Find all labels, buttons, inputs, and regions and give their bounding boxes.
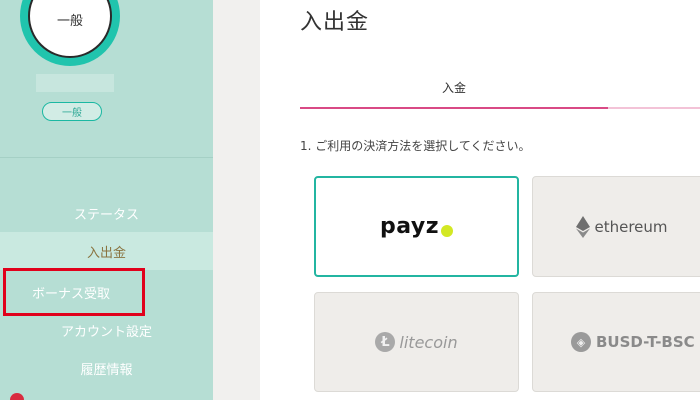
page-title: 入出金 [300,10,370,35]
sidebar-item-status[interactable]: ステータス [0,194,213,232]
tab-deposit[interactable]: 入金 [300,66,608,108]
litecoin-L-icon: Ł [375,332,396,352]
payment-instruction: 1. ご利用の決済方法を選択してください。 [300,139,531,153]
payment-card-litecoin[interactable]: Ł litecoin [314,292,519,392]
litecoin-logo: Ł litecoin [375,332,458,352]
content-gutter [213,0,260,400]
ethereum-diamond-icon [576,215,591,238]
main-panel: 入出金 入金 1. ご利用の決済方法を選択してください。 payz ethere… [260,0,700,400]
rank-badge: 一般 [42,102,102,121]
ethereum-label: ethereum [594,217,668,236]
busd-icon: ◈ [571,332,591,352]
avatar-label: 一般 [56,13,83,29]
payz-label: payz [379,214,440,239]
sidebar-item-deposit-withdraw[interactable]: 入出金 [0,232,213,270]
tab-underline-rest [608,107,700,109]
bonus-highlight-box [3,268,145,316]
tab-active-underline [300,107,608,109]
payment-card-ethereum[interactable]: ethereum [532,176,700,277]
sidebar-divider [0,157,213,158]
username-placeholder [36,74,114,92]
payz-logo: payz [379,214,454,239]
payment-card-busd[interactable]: ◈ BUSD-T-BSC [532,292,700,392]
avatar[interactable]: 一般 [28,0,112,58]
busd-label: BUSD-T-BSC [596,333,695,351]
payment-card-payz[interactable]: payz [314,176,519,277]
ethereum-logo: ethereum [576,215,668,238]
sidebar-item-history[interactable]: 履歴情報 [0,349,213,387]
avatar-ring: 一般 [20,0,120,66]
busd-logo: ◈ BUSD-T-BSC [571,332,695,352]
sidebar: 一般 一般 ステータス 入出金 ボーナス受取 アカウント設定 履歴情報 [0,0,213,400]
sidebar-item-account-settings[interactable]: アカウント設定 [0,311,213,349]
payz-dot-icon [441,225,454,237]
notification-dot [10,393,24,400]
litecoin-label: litecoin [399,332,458,352]
